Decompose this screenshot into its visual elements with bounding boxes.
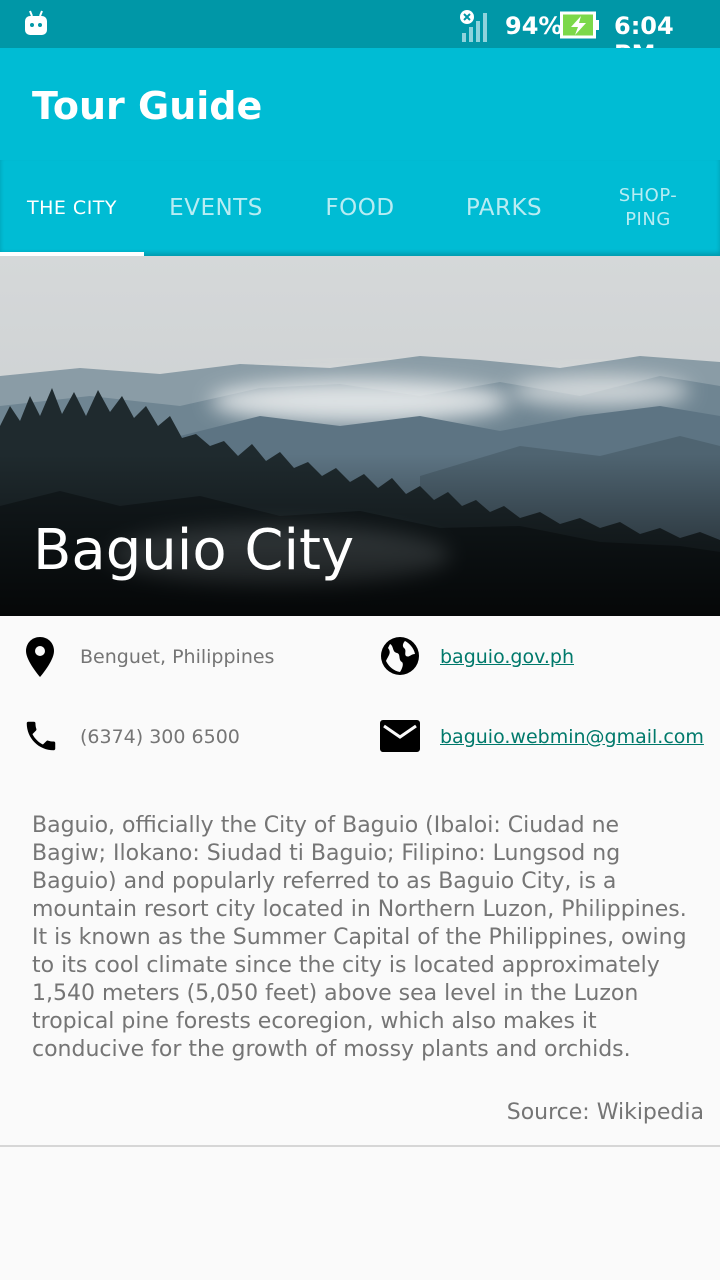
city-name: Baguio City (33, 518, 355, 583)
phone-text: (6374) 300 6500 (80, 726, 240, 748)
app-title: Tour Guide (32, 84, 263, 128)
globe-icon (381, 637, 419, 675)
tab-bar: THE CITY EVENTS FOOD PARKS SHOP- PING (0, 160, 720, 256)
hero-image: Baguio City (0, 256, 720, 616)
no-signal-icon (460, 10, 487, 42)
email-link[interactable]: baguio.webmin@gmail.com (440, 726, 704, 748)
phone-icon (26, 721, 56, 751)
battery-charging-icon (560, 11, 599, 39)
email-icon (380, 720, 420, 752)
app-bar: Tour Guide (0, 48, 720, 160)
tab-food[interactable]: FOOD (288, 160, 432, 256)
android-notification-icon (25, 10, 47, 35)
tab-parks[interactable]: PARKS (432, 160, 576, 256)
location-text: Benguet, Philippines (80, 646, 275, 668)
source-attribution: Source: Wikipedia (506, 1100, 704, 1125)
divider (0, 1145, 720, 1147)
status-bar: 94% 6:04 PM (0, 0, 720, 68)
tab-events[interactable]: EVENTS (144, 160, 288, 256)
location-pin-icon (26, 637, 54, 677)
battery-percentage: 94% (505, 12, 563, 40)
website-link[interactable]: baguio.gov.ph (440, 646, 574, 668)
city-description: Baguio, officially the City of Baguio (I… (32, 813, 687, 1062)
tab-the-city[interactable]: THE CITY (0, 160, 144, 256)
tab-shopping[interactable]: SHOP- PING (598, 160, 698, 256)
